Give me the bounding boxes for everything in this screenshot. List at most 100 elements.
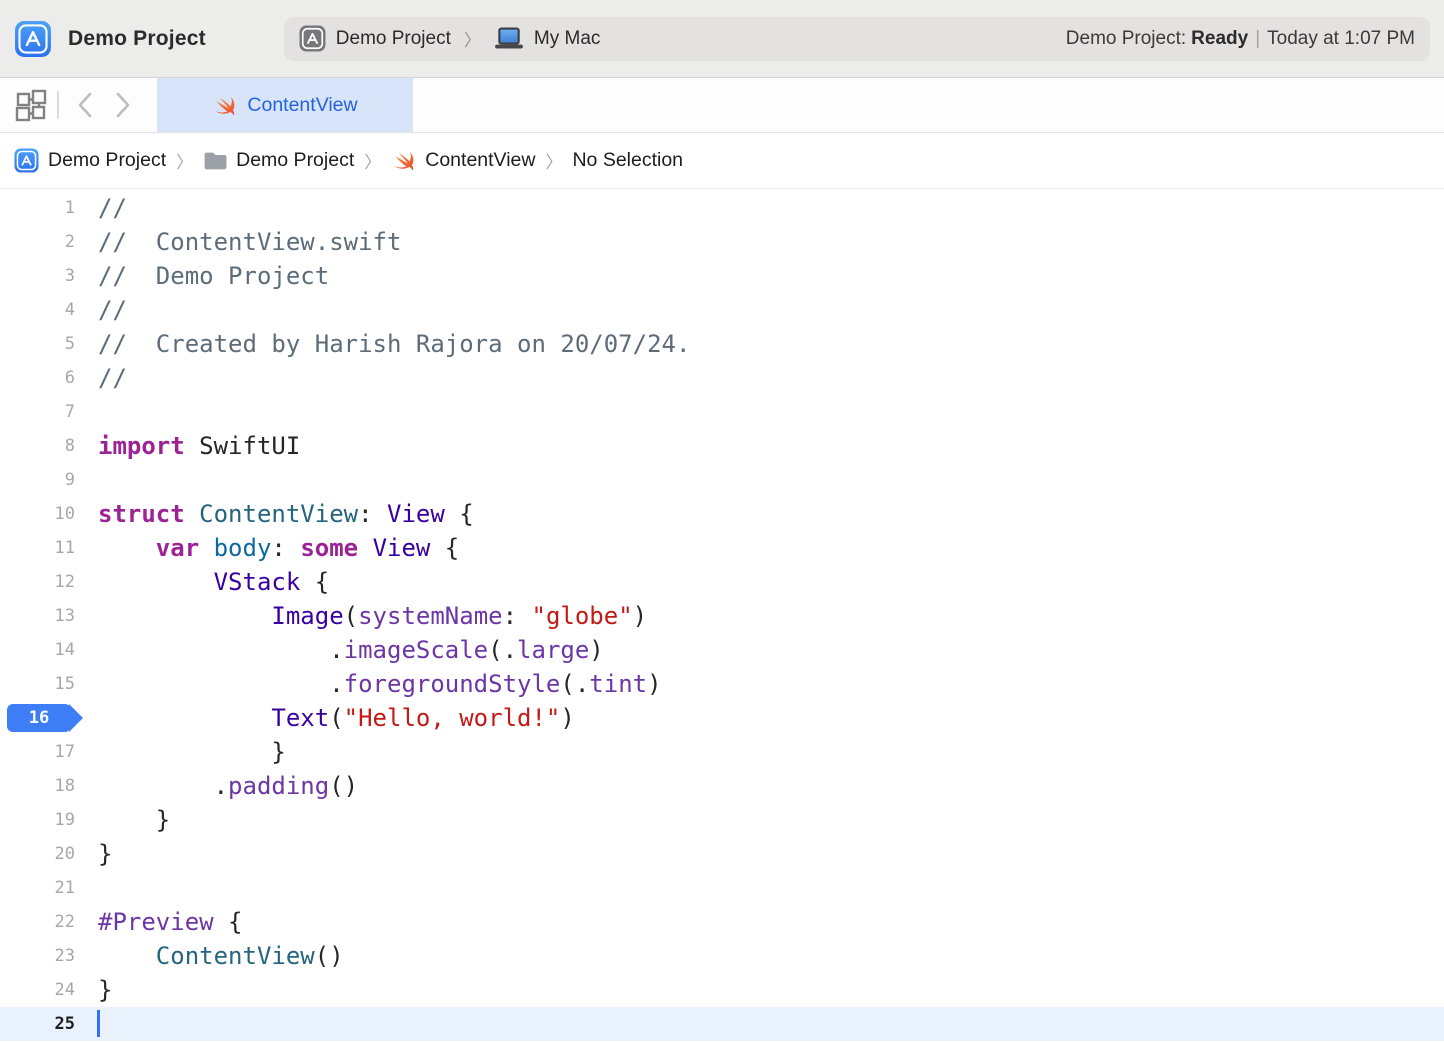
- code-text: // Created by Harish Rajora on 20/07/24.: [75, 327, 690, 361]
- tab-contentview[interactable]: ContentView: [157, 78, 413, 132]
- line-number[interactable]: 24: [0, 973, 75, 1007]
- text-cursor: [97, 1010, 100, 1037]
- code-line[interactable]: 25: [0, 1007, 1444, 1041]
- xcode-window: { "toolbar": { "project_title": "Demo Pr…: [0, 0, 1444, 1042]
- code-line[interactable]: 1//: [0, 191, 1444, 225]
- status-state: Ready: [1191, 28, 1248, 49]
- destination-name[interactable]: My Mac: [534, 28, 601, 50]
- line-number[interactable]: 5: [0, 327, 75, 361]
- line-number[interactable]: 14: [0, 633, 75, 667]
- code-text: .imageScale(.large): [75, 633, 604, 667]
- scheme-selector[interactable]: Demo Project 〉 My Mac: [299, 25, 601, 52]
- code-text: ContentView(): [75, 939, 344, 973]
- code-line[interactable]: 7: [0, 395, 1444, 429]
- divider: [57, 91, 59, 119]
- code-text: .padding(): [75, 769, 358, 803]
- code-text: //: [75, 191, 127, 225]
- code-text: }: [75, 803, 170, 837]
- tab-bar: ContentView: [0, 78, 1444, 133]
- chevron-right-icon: 〉: [354, 148, 391, 173]
- line-number[interactable]: 23: [0, 939, 75, 973]
- folder-icon: [203, 151, 227, 171]
- code-line[interactable]: 3// Demo Project: [0, 259, 1444, 293]
- code-editor[interactable]: 1//2// ContentView.swift3// Demo Project…: [0, 189, 1444, 1042]
- code-text: }: [75, 735, 286, 769]
- swift-file-icon: [212, 93, 237, 118]
- related-items-grid-icon[interactable]: [12, 85, 50, 125]
- chevron-right-icon: 〉: [461, 26, 484, 51]
- line-number[interactable]: 20: [0, 837, 75, 871]
- navigate-back-button[interactable]: [66, 85, 104, 125]
- breadcrumb-item-project[interactable]: Demo Project: [14, 148, 166, 173]
- breakpoint-marker[interactable]: 16: [7, 704, 71, 732]
- line-number[interactable]: 13: [0, 599, 75, 633]
- code-text: //: [75, 361, 127, 395]
- code-text: //: [75, 293, 127, 327]
- code-line[interactable]: 23 ContentView(): [0, 939, 1444, 973]
- navigate-forward-button[interactable]: [104, 85, 142, 125]
- line-number[interactable]: 21: [0, 871, 75, 905]
- breadcrumb-item-file[interactable]: ContentView: [391, 148, 535, 173]
- code-line[interactable]: 12 VStack {: [0, 565, 1444, 599]
- line-number[interactable]: 9: [0, 463, 75, 497]
- line-number[interactable]: 2: [0, 225, 75, 259]
- line-number[interactable]: 11: [0, 531, 75, 565]
- line-number[interactable]: 10: [0, 497, 75, 531]
- line-number[interactable]: 18: [0, 769, 75, 803]
- code-line[interactable]: 11 var body: some View {: [0, 531, 1444, 565]
- line-number[interactable]: 12: [0, 565, 75, 599]
- chevron-right-icon: 〉: [166, 148, 203, 173]
- code-line[interactable]: 14 .imageScale(.large): [0, 633, 1444, 667]
- code-line[interactable]: 2// ContentView.swift: [0, 225, 1444, 259]
- breadcrumb: Demo Project 〉 Demo Project 〉 ContentVie…: [0, 133, 1444, 189]
- code-line[interactable]: 15 .foregroundStyle(.tint): [0, 667, 1444, 701]
- code-line[interactable]: 24}: [0, 973, 1444, 1007]
- line-number[interactable]: 1: [0, 191, 75, 225]
- line-number[interactable]: 19: [0, 803, 75, 837]
- code-line[interactable]: 8import SwiftUI: [0, 429, 1444, 463]
- breadcrumb-label: No Selection: [572, 149, 683, 172]
- code-line[interactable]: 17 }: [0, 735, 1444, 769]
- breadcrumb-label: Demo Project: [236, 149, 354, 172]
- toolbar: Demo Project Demo Project 〉 My Mac Dem: [0, 0, 1444, 78]
- status-prefix: Demo Project:: [1066, 28, 1186, 49]
- my-mac-icon: [494, 27, 524, 50]
- code-line[interactable]: 22#Preview {: [0, 905, 1444, 939]
- line-number[interactable]: 25: [0, 1007, 75, 1041]
- code-line[interactable]: 13 Image(systemName: "globe"): [0, 599, 1444, 633]
- code-line[interactable]: 18 .padding(): [0, 769, 1444, 803]
- toolbar-activity-pill: Demo Project 〉 My Mac Demo Project:Ready…: [284, 17, 1430, 61]
- code-line[interactable]: 21: [0, 871, 1444, 905]
- breadcrumb-item-selection[interactable]: No Selection: [572, 149, 683, 172]
- line-number[interactable]: 16: [0, 701, 75, 735]
- code-line[interactable]: 4//: [0, 293, 1444, 327]
- line-number[interactable]: 4: [0, 293, 75, 327]
- code-text: }: [75, 837, 112, 871]
- scheme-name[interactable]: Demo Project: [336, 28, 451, 50]
- code-line[interactable]: 10struct ContentView: View {: [0, 497, 1444, 531]
- activity-status[interactable]: Demo Project:Ready|Today at 1:07 PM: [1066, 28, 1415, 50]
- project-app-icon: [14, 148, 39, 173]
- project-title: Demo Project: [68, 27, 206, 51]
- code-line[interactable]: 16 Text("Hello, world!"): [0, 701, 1444, 735]
- code-line[interactable]: 20}: [0, 837, 1444, 871]
- app-project-icon: [14, 20, 52, 58]
- code-line[interactable]: 5// Created by Harish Rajora on 20/07/24…: [0, 327, 1444, 361]
- code-text: #Preview {: [75, 905, 243, 939]
- tab-label: ContentView: [247, 94, 357, 117]
- line-number[interactable]: 7: [0, 395, 75, 429]
- line-number[interactable]: 22: [0, 905, 75, 939]
- breadcrumb-item-group[interactable]: Demo Project: [203, 149, 354, 172]
- line-number[interactable]: 8: [0, 429, 75, 463]
- code-line[interactable]: 9: [0, 463, 1444, 497]
- code-text: }: [75, 973, 112, 1007]
- breadcrumb-label: ContentView: [425, 149, 535, 172]
- code-text: VStack {: [75, 565, 329, 599]
- line-number[interactable]: 6: [0, 361, 75, 395]
- code-line[interactable]: 19 }: [0, 803, 1444, 837]
- line-number[interactable]: 15: [0, 667, 75, 701]
- line-number[interactable]: 3: [0, 259, 75, 293]
- code-line[interactable]: 6//: [0, 361, 1444, 395]
- line-number[interactable]: 17: [0, 735, 75, 769]
- scheme-app-icon: [299, 25, 326, 52]
